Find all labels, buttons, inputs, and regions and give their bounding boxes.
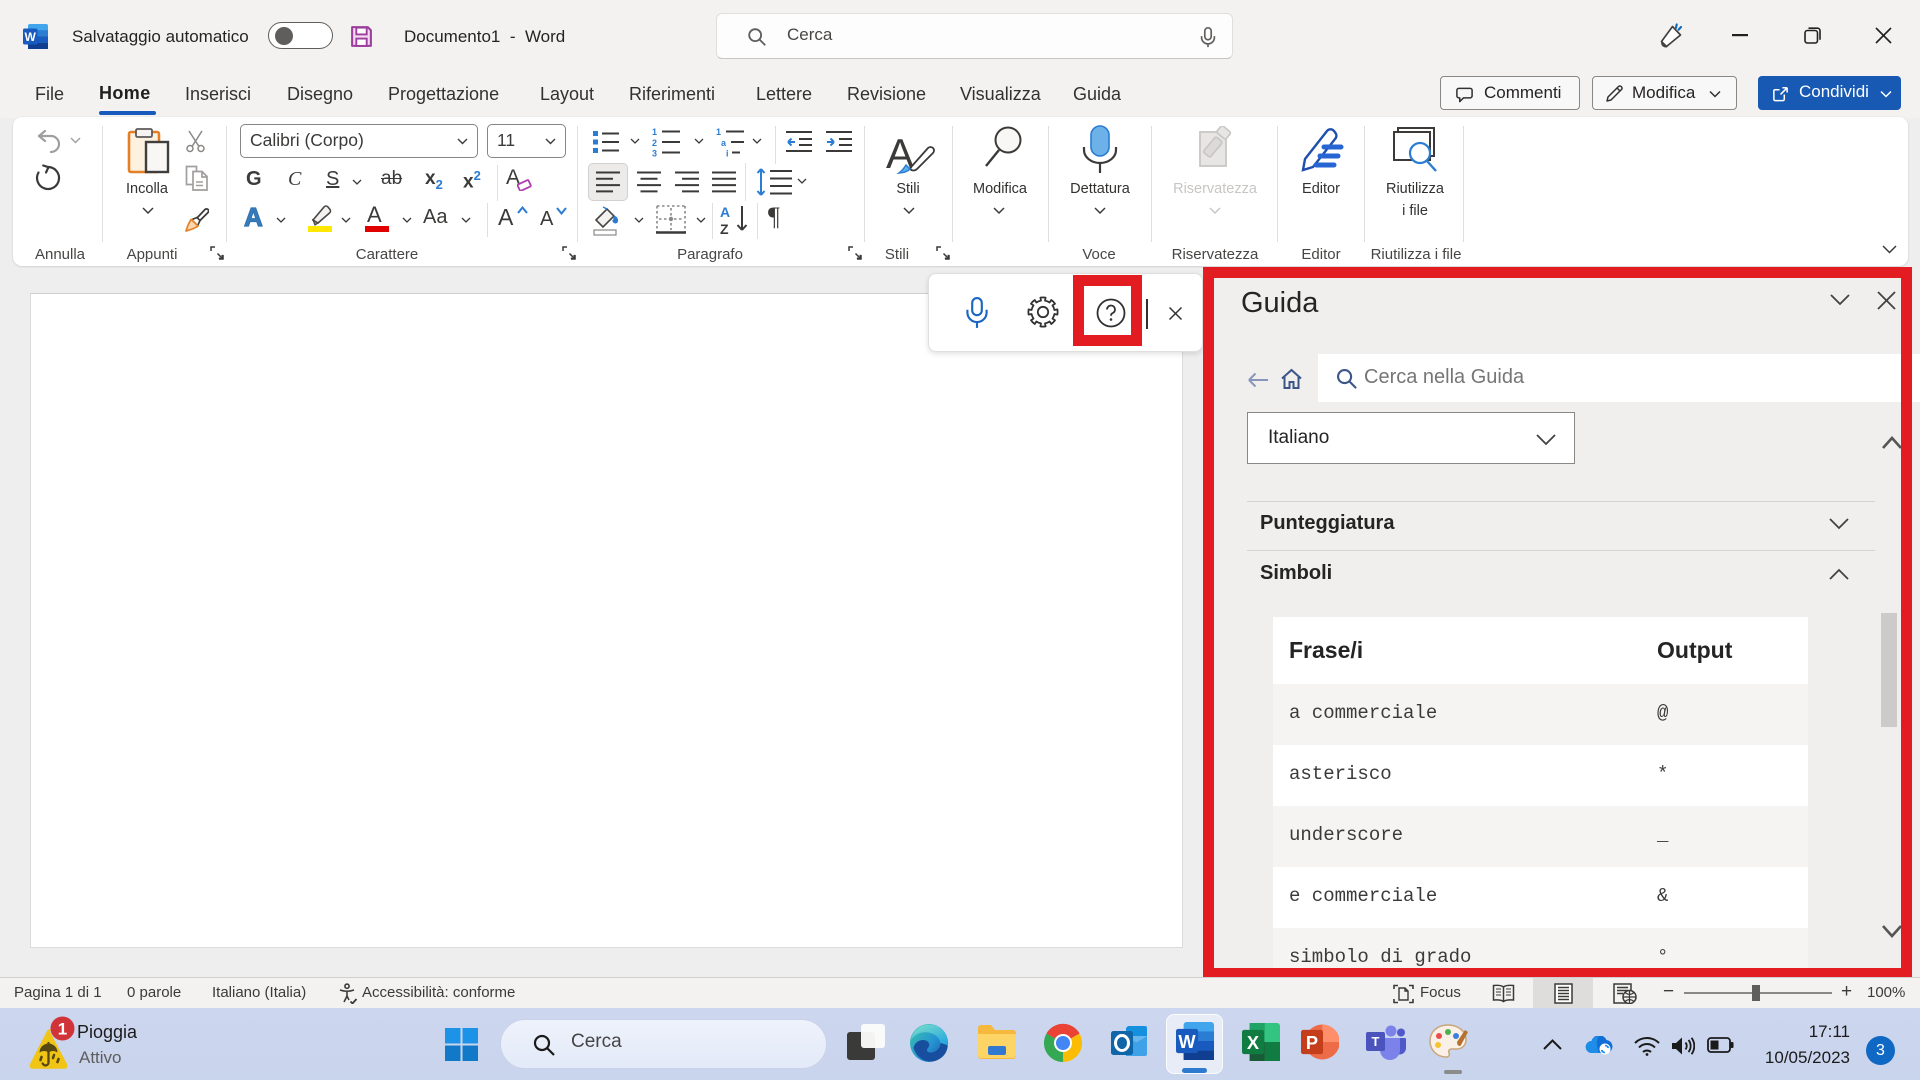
svg-text:1: 1 [652, 127, 657, 137]
svg-text:3: 3 [652, 149, 657, 158]
svg-text:i: i [726, 149, 729, 158]
svg-text:X: X [1247, 1032, 1259, 1053]
svg-text:2: 2 [652, 138, 657, 148]
svg-text:A: A [720, 204, 730, 220]
svg-text:Z: Z [720, 221, 729, 236]
svg-text:W: W [1178, 1031, 1196, 1052]
svg-text:1: 1 [58, 1020, 67, 1039]
svg-text:W: W [25, 30, 37, 44]
svg-text:T: T [1372, 1034, 1380, 1049]
svg-text:a: a [721, 138, 727, 148]
svg-text:1: 1 [716, 127, 721, 137]
svg-text:P: P [1306, 1032, 1318, 1053]
